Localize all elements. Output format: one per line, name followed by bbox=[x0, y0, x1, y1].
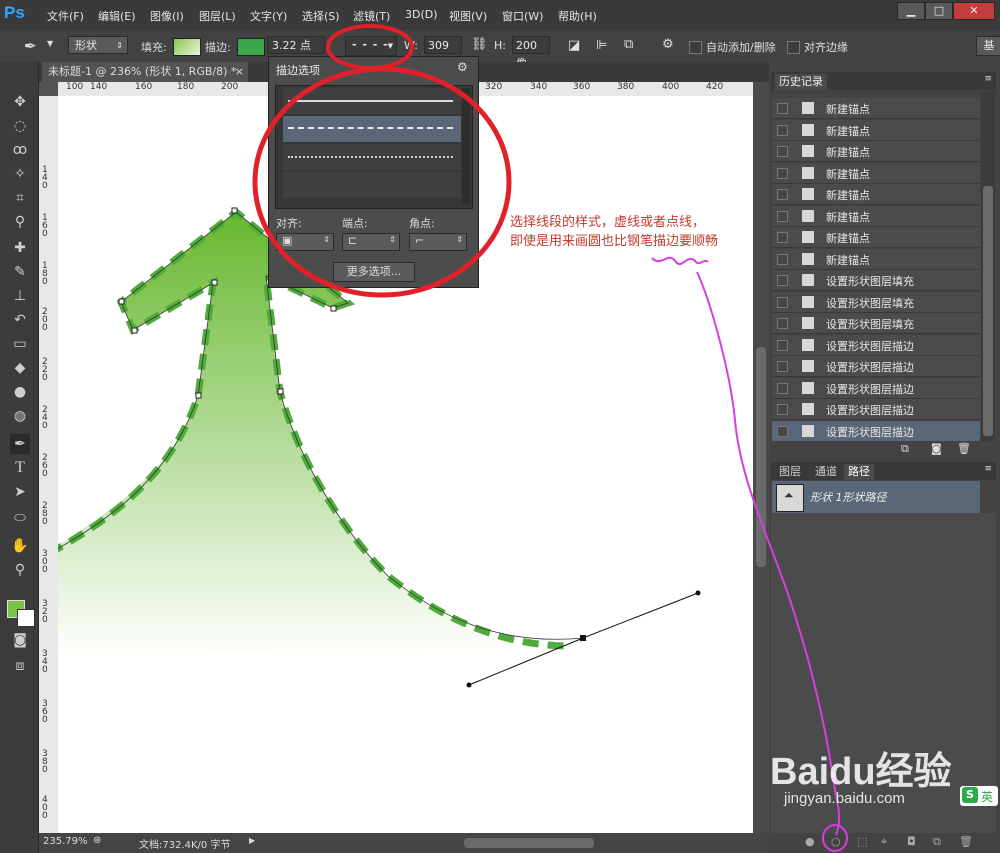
annotation-line-1: 选择线段的样式，虚线或者点线， bbox=[510, 215, 706, 230]
annotation-overlay bbox=[252, 24, 848, 852]
baidu-watermark: Baidu经验 jingyan.baidu.com S 英 bbox=[770, 740, 1000, 853]
ime-badge: S 英 bbox=[960, 786, 998, 806]
annotation-text: 选择线段的样式，虚线或者点线， 即使是用来画圆也比钢笔描边要顺畅 bbox=[510, 213, 770, 251]
ime-mode: 英 bbox=[981, 790, 994, 804]
ime-logo: S bbox=[962, 787, 978, 803]
annotation-circle-stroke-type bbox=[326, 24, 414, 70]
watermark-brand: Baidu经验 bbox=[770, 751, 952, 793]
watermark-url: jingyan.baidu.com bbox=[784, 790, 905, 807]
annotation-line-2: 即使是用来画圆也比钢笔描边要顺畅 bbox=[510, 234, 719, 249]
annotation-circle-popup bbox=[252, 66, 512, 298]
annotation-scribble bbox=[651, 256, 709, 265]
